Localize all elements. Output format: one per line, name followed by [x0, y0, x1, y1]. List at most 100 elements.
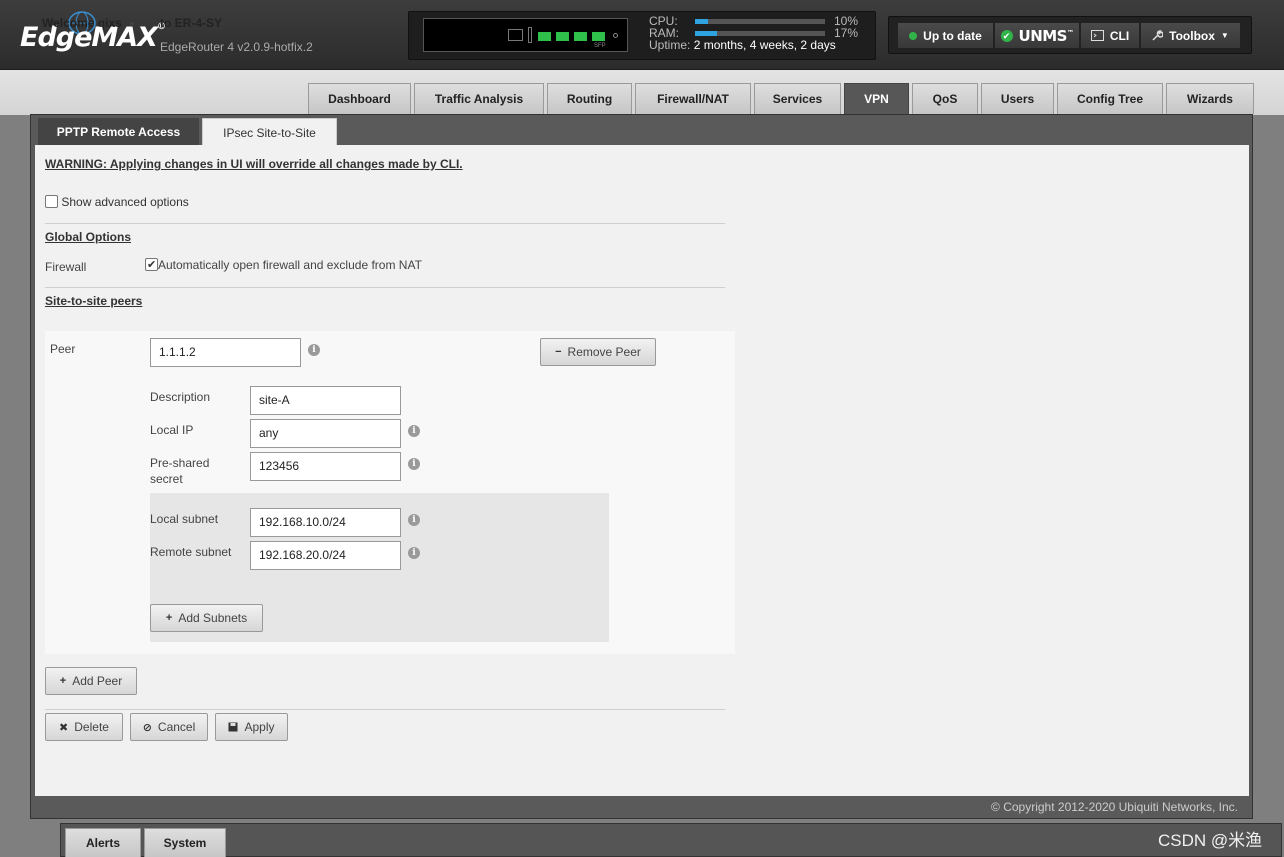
power-led-icon — [613, 33, 618, 38]
port-status-panel: SFP — [423, 18, 628, 52]
apply-button[interactable]: Apply — [215, 713, 288, 741]
remove-peer-button[interactable]: − Remove Peer — [540, 338, 656, 366]
tab-qos[interactable]: QoS — [912, 83, 978, 114]
top-actions: Up to date ✔ UNMS™ CLI Toolbox ▼ — [888, 16, 1252, 54]
terminal-icon — [1090, 30, 1104, 41]
remote-subnet-label: Remote subnet — [150, 545, 232, 559]
cpu-bar — [695, 19, 825, 24]
peer-label: Peer — [50, 342, 76, 356]
cpu-stat: CPU: 10% — [649, 15, 864, 27]
remote-subnet-input[interactable]: 192.168.20.0/24 — [250, 541, 401, 570]
local-subnet-input[interactable]: 192.168.10.0/24 — [250, 508, 401, 537]
pre-shared-secret-label: Pre-shared secret — [150, 455, 209, 487]
ram-bar-fill — [695, 31, 718, 36]
tab-alerts[interactable]: Alerts — [65, 828, 141, 857]
cli-warning: WARNING: Applying changes in UI will ove… — [45, 157, 463, 171]
system-stats: CPU: 10% RAM: 17% Uptime: 2 months, 4 we… — [649, 15, 864, 53]
divider — [45, 287, 725, 288]
cancel-label: Cancel — [157, 720, 196, 734]
tab-config-tree[interactable]: Config Tree — [1057, 83, 1163, 114]
firewall-option[interactable]: Automatically open firewall and exclude … — [145, 257, 422, 273]
divider — [45, 709, 725, 710]
apply-label: Apply — [244, 720, 275, 734]
tab-firewall-nat[interactable]: Firewall/NAT — [635, 83, 751, 114]
firewall-option-label: Automatically open firewall and exclude … — [158, 258, 422, 272]
local-ip-label: Local IP — [150, 423, 194, 437]
update-status-label: Up to date — [923, 28, 982, 43]
unms-label: UNMS™ — [1019, 27, 1074, 45]
host-name: to ER-4-SY — [160, 16, 223, 30]
subtab-ipsec-site-to-site[interactable]: IPsec Site-to-Site — [202, 118, 337, 146]
cli-button[interactable]: CLI — [1080, 22, 1140, 49]
local-ip-input[interactable]: any — [250, 419, 401, 448]
top-bar: EdgeMAX® EdgeRouter 4 v2.0.9-hotfix.2 SF… — [0, 0, 1284, 70]
bottom-frame — [60, 823, 1282, 857]
add-subnets-button[interactable]: + Add Subnets — [150, 604, 263, 632]
chevron-down-icon: ▼ — [127, 20, 136, 29]
delete-button[interactable]: ✖ Delete — [45, 713, 123, 741]
add-peer-button[interactable]: + Add Peer — [45, 667, 137, 695]
tab-users[interactable]: Users — [981, 83, 1054, 114]
pre-shared-secret-input[interactable]: 123456 — [250, 452, 401, 481]
cli-label: CLI — [1109, 28, 1130, 43]
uptime-label: Uptime: — [649, 38, 691, 52]
tab-traffic-analysis[interactable]: Traffic Analysis — [414, 83, 544, 114]
cpu-bar-fill — [695, 19, 708, 24]
device-status-panel: SFP CPU: 10% RAM: 17% Uptime: 2 months, … — [408, 11, 876, 60]
eth2-port-icon — [574, 32, 587, 41]
minus-icon: − — [555, 346, 562, 358]
psk-label-line-1: Pre-shared — [150, 456, 210, 470]
tab-wizards[interactable]: Wizards — [1166, 83, 1254, 114]
save-icon — [228, 722, 238, 732]
user-menu[interactable]: Welcome qixs ▼ — [42, 16, 136, 30]
global-options-title: Global Options — [45, 230, 131, 244]
update-status-button[interactable]: Up to date — [897, 22, 994, 49]
welcome-text: Welcome qixs — [42, 16, 122, 30]
local-subnet-label: Local subnet — [150, 512, 219, 526]
console-port-icon — [508, 29, 523, 41]
usb-port-icon — [528, 27, 532, 43]
toolbox-label: Toolbox — [1169, 28, 1215, 43]
add-subnets-label: Add Subnets — [178, 611, 248, 625]
uptime-stat: Uptime: 2 months, 4 weeks, 2 days — [649, 39, 864, 53]
unms-label-text: UNMS — [1018, 26, 1068, 45]
cancel-button[interactable]: ⊘ Cancel — [130, 713, 208, 741]
info-icon[interactable]: i — [408, 547, 420, 559]
info-icon[interactable]: i — [408, 514, 420, 526]
wrench-icon — [1152, 30, 1164, 41]
info-icon[interactable]: i — [408, 458, 420, 470]
close-icon: ✖ — [59, 721, 69, 734]
tab-routing[interactable]: Routing — [547, 83, 632, 114]
site-to-site-peers-title: Site-to-site peers — [45, 294, 143, 308]
subtab-pptp-remote-access[interactable]: PPTP Remote Access — [38, 118, 199, 146]
chevron-down-icon: ▼ — [1220, 31, 1229, 40]
plus-icon: + — [59, 675, 67, 687]
firewall-nat-checkbox[interactable] — [145, 257, 158, 273]
tab-vpn[interactable]: VPN — [844, 83, 909, 114]
toolbox-button[interactable]: Toolbox ▼ — [1140, 22, 1241, 49]
watermark: CSDN @米渔 — [1158, 831, 1263, 850]
divider — [45, 223, 725, 224]
info-icon[interactable]: i — [408, 425, 420, 437]
description-input[interactable]: site-A — [250, 386, 401, 415]
tab-system[interactable]: System — [144, 828, 226, 857]
show-advanced-checkbox[interactable] — [45, 195, 58, 208]
info-icon[interactable]: i — [308, 344, 320, 356]
cancel-icon: ⊘ — [142, 721, 152, 734]
copyright: © Copyright 2012-2020 Ubiquiti Networks,… — [991, 800, 1238, 814]
eth0-port-icon — [538, 32, 551, 41]
show-advanced-option[interactable]: Show advanced options — [45, 195, 189, 209]
ram-value: 17% — [834, 26, 859, 40]
description-label: Description — [150, 390, 211, 404]
check-circle-icon: ✔ — [1000, 29, 1013, 42]
peer-address-input[interactable]: 1.1.1.2 — [150, 338, 301, 367]
firewall-label: Firewall — [45, 260, 87, 274]
psk-label-line-2: secret — [150, 472, 183, 486]
unms-trademark: ™ — [1066, 28, 1074, 37]
tab-services[interactable]: Services — [754, 83, 841, 114]
tab-dashboard[interactable]: Dashboard — [308, 83, 411, 114]
status-dot-icon — [909, 31, 918, 40]
delete-label: Delete — [74, 720, 109, 734]
show-advanced-label: Show advanced options — [61, 195, 189, 209]
unms-button[interactable]: ✔ UNMS™ — [994, 22, 1080, 49]
